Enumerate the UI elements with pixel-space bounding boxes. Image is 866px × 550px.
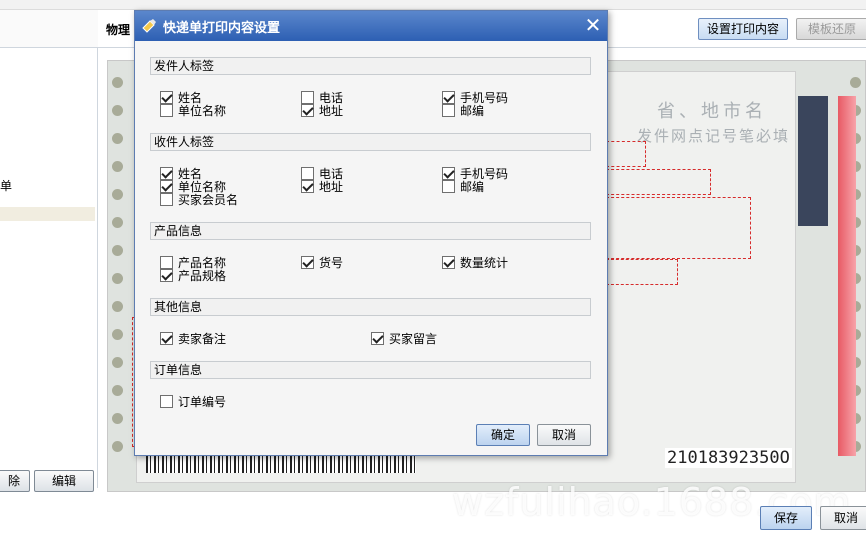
checkbox-recipient-address[interactable]: 地址	[301, 180, 343, 194]
checkbox[interactable]	[442, 91, 455, 104]
checkbox[interactable]	[160, 193, 173, 206]
tractor-hole	[112, 161, 123, 172]
checkbox[interactable]	[442, 167, 455, 180]
tractor-hole	[112, 105, 123, 116]
stripe-red	[838, 96, 856, 456]
checkbox-recipient-name[interactable]: 姓名	[160, 167, 202, 181]
left-panel-header	[0, 10, 98, 48]
checkbox[interactable]	[160, 104, 173, 117]
print-field-outline[interactable]	[606, 259, 678, 285]
sidebar-item-selected[interactable]	[0, 207, 95, 221]
tractor-hole	[112, 357, 123, 368]
checkbox-recipient-company[interactable]: 单位名称	[160, 180, 226, 194]
checkbox[interactable]	[160, 167, 173, 180]
checkbox[interactable]	[301, 104, 314, 117]
tractor-hole	[850, 77, 861, 88]
checkbox[interactable]	[160, 332, 173, 345]
tracking-number: 21018392350O	[665, 448, 792, 468]
section-header-product: 产品信息	[150, 222, 591, 240]
print-field-outline[interactable]	[606, 141, 646, 167]
waybill-heading: 省、地市名	[657, 101, 767, 122]
waybill-subheading: 发件网点记号笔必填	[637, 127, 791, 145]
checkbox[interactable]	[442, 180, 455, 193]
tractor-hole	[112, 133, 123, 144]
section-header-other: 其他信息	[150, 298, 591, 316]
checkbox[interactable]	[160, 269, 173, 282]
checkbox-product-name[interactable]: 产品名称	[160, 256, 226, 270]
barcode	[146, 455, 416, 473]
checkbox[interactable]	[160, 180, 173, 193]
top-bar	[0, 0, 866, 10]
tractor-hole	[112, 189, 123, 200]
restore-template-button[interactable]: 模板还原	[796, 18, 866, 40]
print-settings-dialog: 快递单打印内容设置 ✕ 发件人标签 姓名 单位名称 电话 地址 手机号码 邮编 …	[134, 10, 608, 456]
ok-button[interactable]: 确定	[476, 424, 530, 446]
tractor-hole	[112, 413, 123, 424]
dialog-cancel-button[interactable]: 取消	[537, 424, 591, 446]
checkbox-sender-company[interactable]: 单位名称	[160, 104, 226, 118]
tractor-hole	[112, 273, 123, 284]
edit-button[interactable]: 编辑	[34, 470, 94, 492]
section-header-recipient: 收件人标签	[150, 133, 591, 151]
tractor-hole	[112, 385, 123, 396]
close-icon[interactable]: ✕	[582, 14, 604, 36]
waybill-color-stripe	[798, 96, 856, 458]
checkbox-recipient-mobile[interactable]: 手机号码	[442, 167, 508, 181]
tractor-hole	[112, 301, 123, 312]
checkbox[interactable]	[301, 180, 314, 193]
print-field-outline[interactable]	[606, 197, 751, 259]
checkbox[interactable]	[301, 91, 314, 104]
checkbox-recipient-member[interactable]: 买家会员名	[160, 193, 238, 207]
checkbox[interactable]	[160, 256, 173, 269]
checkbox-sender-name[interactable]: 姓名	[160, 91, 202, 105]
checkbox-item-number[interactable]: 货号	[301, 256, 343, 270]
checkbox[interactable]	[442, 256, 455, 269]
checkbox-sender-phone[interactable]: 电话	[301, 91, 343, 105]
checkbox-recipient-postcode[interactable]: 邮编	[442, 180, 484, 194]
delete-button[interactable]: 除	[0, 470, 30, 492]
checkbox[interactable]	[160, 91, 173, 104]
checkbox-sender-postcode[interactable]: 邮编	[442, 104, 484, 118]
set-print-content-button[interactable]: 设置打印内容	[698, 18, 788, 40]
checkbox[interactable]	[371, 332, 384, 345]
app-icon	[142, 19, 156, 33]
section-header-sender: 发件人标签	[150, 57, 591, 75]
left-panel: 单 除 编辑	[0, 10, 98, 492]
section-header-order: 订单信息	[150, 361, 591, 379]
cancel-button[interactable]: 取消	[820, 506, 866, 530]
save-button[interactable]: 保存	[760, 506, 812, 530]
tractor-hole	[112, 441, 123, 452]
print-field-outline[interactable]	[606, 169, 711, 195]
checkbox-sender-mobile[interactable]: 手机号码	[442, 91, 508, 105]
tractor-hole	[112, 245, 123, 256]
checkbox-sender-address[interactable]: 地址	[301, 104, 343, 118]
tractor-hole	[112, 329, 123, 340]
checkbox-buyer-message[interactable]: 买家留言	[371, 332, 437, 346]
checkbox-recipient-phone[interactable]: 电话	[301, 167, 343, 181]
checkbox-quantity-total[interactable]: 数量统计	[442, 256, 508, 270]
checkbox[interactable]	[301, 167, 314, 180]
checkbox-seller-note[interactable]: 卖家备注	[160, 332, 226, 346]
checkbox-order-number[interactable]: 订单编号	[160, 395, 226, 409]
checkbox[interactable]	[442, 104, 455, 117]
page-title: 物理	[106, 23, 131, 37]
checkbox[interactable]	[301, 256, 314, 269]
dialog-titlebar[interactable]: 快递单打印内容设置 ✕	[135, 11, 607, 41]
checkbox[interactable]	[160, 395, 173, 408]
stripe-dark	[798, 96, 828, 226]
sidebar-item[interactable]: 单	[0, 178, 95, 194]
tractor-hole	[112, 77, 123, 88]
tractor-hole	[112, 217, 123, 228]
dialog-title: 快递单打印内容设置	[163, 21, 281, 36]
checkbox-product-spec[interactable]: 产品规格	[160, 269, 226, 283]
